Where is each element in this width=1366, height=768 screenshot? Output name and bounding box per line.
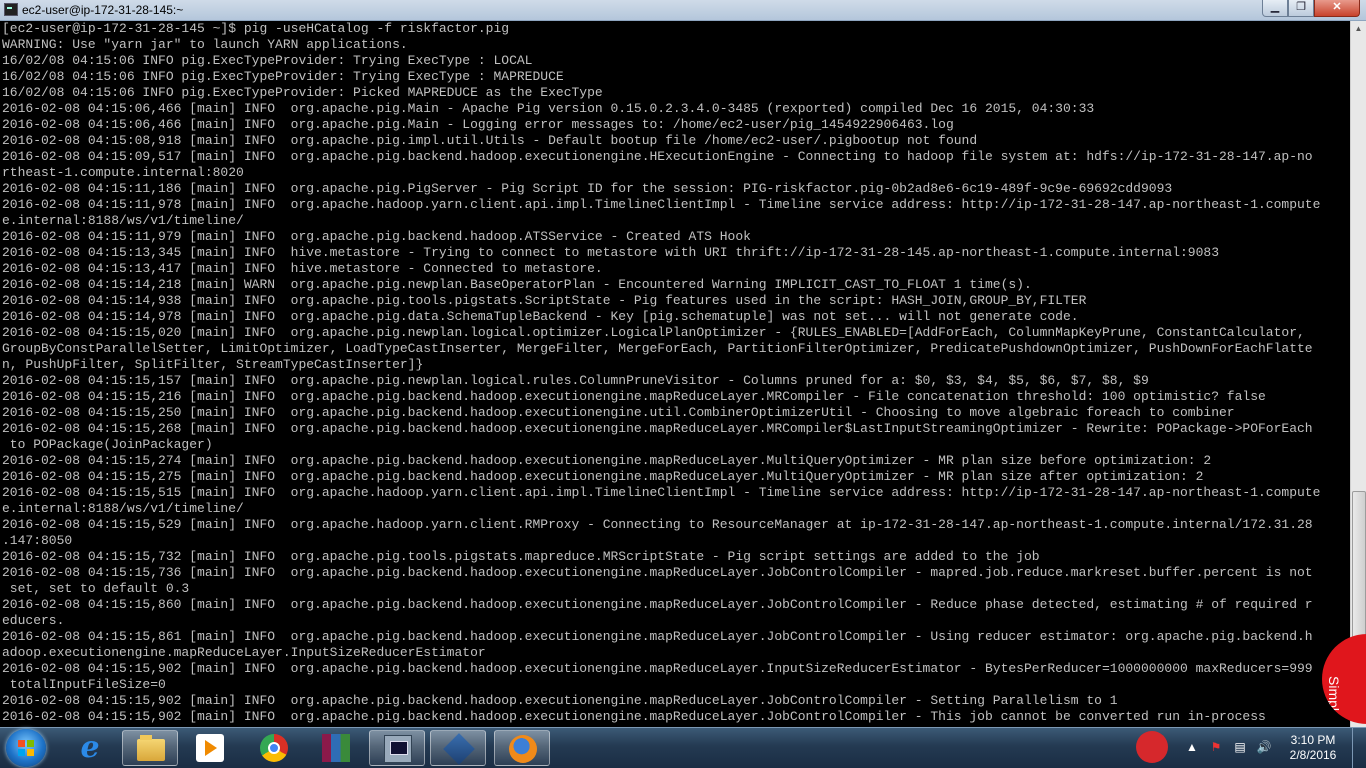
firefox-icon — [509, 735, 537, 763]
terminal-line: 2016-02-08 04:15:15,275 [main] INFO org.… — [2, 469, 1204, 484]
maximize-button[interactable]: ❐ — [1288, 0, 1314, 17]
terminal-line: 2016-02-08 04:15:15,902 [main] INFO org.… — [2, 709, 1266, 724]
terminal-line: 2016-02-08 04:15:15,902 [main] INFO org.… — [2, 693, 1118, 708]
terminal-text: [ec2-user@ip-172-31-28-145 ~]$ pig -useH… — [0, 21, 1350, 725]
terminal-line: n, PushUpFilter, SplitFilter, StreamType… — [2, 357, 424, 372]
terminal-line: adoop.executionengine.mapReduceLayer.Inp… — [2, 645, 486, 660]
terminal-line: 2016-02-08 04:15:13,417 [main] INFO hive… — [2, 261, 603, 276]
terminal-line: 2016-02-08 04:15:08,918 [main] INFO org.… — [2, 133, 978, 148]
terminal-line: GroupByConstParallelSetter, LimitOptimiz… — [2, 341, 1313, 356]
terminal-line: 2016-02-08 04:15:14,938 [main] INFO org.… — [2, 293, 1087, 308]
terminal-line: 2016-02-08 04:15:09,517 [main] INFO org.… — [2, 149, 1313, 164]
terminal-line: 2016-02-08 04:15:15,860 [main] INFO org.… — [2, 597, 1313, 612]
terminal-line: totalInputFileSize=0 — [2, 677, 166, 692]
windows-logo-icon — [18, 740, 35, 756]
taskbar-chrome[interactable] — [246, 730, 302, 766]
taskbar-windows-explorer[interactable] — [122, 730, 178, 766]
terminal-line: 2016-02-08 04:15:11,186 [main] INFO org.… — [2, 181, 1173, 196]
putty-icon[interactable] — [4, 3, 18, 16]
terminal-line: 2016-02-08 04:15:06,466 [main] INFO org.… — [2, 117, 954, 132]
simpletap-tray-icon[interactable] — [1136, 731, 1168, 763]
close-button[interactable]: ✕ — [1314, 0, 1360, 17]
start-button[interactable] — [6, 729, 46, 767]
volume-icon[interactable]: 🔊 — [1256, 740, 1272, 754]
terminal-line: rtheast-1.compute.internal:8020 — [2, 165, 244, 180]
clock-date: 2/8/2016 — [1289, 748, 1337, 762]
terminal-line: 2016-02-08 04:15:06,466 [main] INFO org.… — [2, 101, 1095, 116]
taskbar-media-player[interactable] — [182, 730, 238, 766]
taskbar-firefox[interactable] — [494, 730, 550, 766]
terminal-line: 2016-02-08 04:15:15,268 [main] INFO org.… — [2, 421, 1313, 436]
terminal-line: educers. — [2, 613, 65, 628]
terminal-line: 2016-02-08 04:15:15,529 [main] INFO org.… — [2, 517, 1313, 532]
terminal-line: .147:8050 — [2, 533, 73, 548]
action-center-flag-icon[interactable]: ⚑ — [1208, 740, 1224, 754]
network-icon[interactable]: ▤ — [1232, 740, 1248, 754]
window-title: ec2-user@ip-172-31-28-145:~ — [22, 3, 184, 17]
internet-explorer-icon: e — [80, 730, 100, 765]
minimize-button[interactable]: ▁ — [1262, 0, 1288, 17]
taskbar-winrar[interactable] — [308, 730, 364, 766]
terminal-line: 16/02/08 04:15:06 INFO pig.ExecTypeProvi… — [2, 69, 564, 84]
terminal-line: 2016-02-08 04:15:13,345 [main] INFO hive… — [2, 245, 1219, 260]
show-desktop-button[interactable] — [1352, 728, 1366, 768]
terminal-line: 2016-02-08 04:15:15,250 [main] INFO org.… — [2, 405, 1235, 420]
scroll-up-icon[interactable]: ▲ — [1351, 21, 1366, 37]
terminal-line: 16/02/08 04:15:06 INFO pig.ExecTypeProvi… — [2, 53, 533, 68]
simpletap-label: SimpleTap — [1326, 676, 1342, 724]
terminal-line: [ec2-user@ip-172-31-28-145 ~]$ pig -useH… — [2, 21, 510, 36]
terminal-line: 2016-02-08 04:15:11,979 [main] INFO org.… — [2, 229, 751, 244]
taskbar-internet-explorer[interactable]: e — [62, 730, 118, 766]
system-tray: ▲ ⚑ ▤ 🔊 — [1180, 728, 1290, 768]
terminal-line: 2016-02-08 04:15:14,978 [main] INFO org.… — [2, 309, 1079, 324]
terminal-line: 2016-02-08 04:15:15,861 [main] INFO org.… — [2, 629, 1313, 644]
folder-icon — [137, 735, 165, 761]
terminal-line: 2016-02-08 04:15:15,157 [main] INFO org.… — [2, 373, 1149, 388]
terminal-line: 16/02/08 04:15:06 INFO pig.ExecTypeProvi… — [2, 85, 603, 100]
vertical-scrollbar[interactable]: ▲ ▼ — [1350, 21, 1366, 727]
winrar-icon — [322, 734, 350, 762]
terminal-line: e.internal:8188/ws/v1/timeline/ — [2, 501, 244, 516]
chrome-icon — [260, 734, 288, 762]
window-titlebar[interactable]: ec2-user@ip-172-31-28-145:~ ▁ ❐ ✕ — [0, 0, 1366, 21]
terminal-line: 2016-02-08 04:15:15,216 [main] INFO org.… — [2, 389, 1266, 404]
terminal-line: 2016-02-08 04:15:15,736 [main] INFO org.… — [2, 565, 1313, 580]
terminal-line: WARNING: Use "yarn jar" to launch YARN a… — [2, 37, 408, 52]
virtualbox-icon — [443, 733, 475, 765]
terminal-output[interactable]: [ec2-user@ip-172-31-28-145 ~]$ pig -useH… — [0, 21, 1350, 727]
terminal-line: 2016-02-08 04:15:15,732 [main] INFO org.… — [2, 549, 1040, 564]
terminal-line: 2016-02-08 04:15:14,218 [main] WARN org.… — [2, 277, 1032, 292]
taskbar-virtualbox[interactable] — [430, 730, 486, 766]
terminal-line: set, set to default 0.3 — [2, 581, 190, 596]
terminal-line: e.internal:8188/ws/v1/timeline/ — [2, 213, 244, 228]
terminal-line: 2016-02-08 04:15:15,902 [main] INFO org.… — [2, 661, 1313, 676]
clock[interactable]: 3:10 PM 2/8/2016 — [1276, 733, 1350, 763]
clock-time: 3:10 PM — [1290, 733, 1336, 747]
taskbar: e ▲ ⚑ ▤ 🔊 3:10 PM 2/8/2016 — [0, 727, 1366, 768]
terminal-line: 2016-02-08 04:15:15,020 [main] INFO org.… — [2, 325, 1305, 340]
putty-icon — [384, 735, 412, 763]
terminal-line: to POPackage(JoinPackager) — [2, 437, 213, 452]
taskbar-putty[interactable] — [369, 730, 425, 766]
terminal-line: 2016-02-08 04:15:11,978 [main] INFO org.… — [2, 197, 1321, 212]
media-player-icon — [196, 734, 224, 762]
terminal-line: 2016-02-08 04:15:15,515 [main] INFO org.… — [2, 485, 1321, 500]
show-hidden-icons-icon[interactable]: ▲ — [1184, 740, 1200, 754]
terminal-line: 2016-02-08 04:15:15,274 [main] INFO org.… — [2, 453, 1212, 468]
